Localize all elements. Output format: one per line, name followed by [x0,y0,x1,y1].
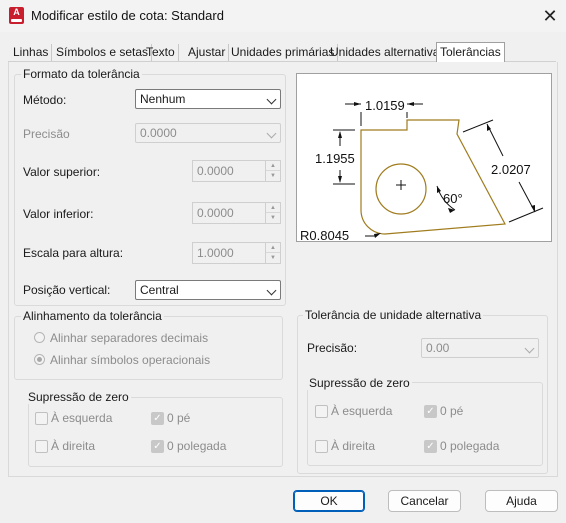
angle-text: 60° [443,191,463,206]
precision-value: 0.0000 [140,126,177,140]
alt-tolerance-legend: Tolerância de unidade alternativa [303,308,484,322]
tab-simbolos-e-setas[interactable]: Símbolos e setas [53,44,153,61]
zero-inches-label: 0 polegada [167,439,227,453]
cancel-button[interactable]: Cancelar [388,490,461,512]
tab-unidades-primarias[interactable]: Unidades primárias [228,44,339,61]
help-button[interactable]: Ajuda [485,490,558,512]
part-outline [360,119,506,235]
height-scale-stepper[interactable]: 1.0000 ▲ ▼ [192,242,281,264]
zero-suppression-right-group [307,382,543,466]
alt-zero-feet-label: 0 pé [440,404,464,418]
arrow-head [354,102,361,106]
trailing-zero-label: À direita [51,439,96,453]
arrow-head [407,102,414,106]
alt-zero-inches-checkbox[interactable]: ✓ [424,440,437,453]
leading-zero-checkbox[interactable] [35,412,48,425]
lower-value-label: Valor inferior: [23,207,94,221]
tab-ajustar[interactable]: Ajustar [185,44,230,61]
alt-precision-value: 0.00 [426,341,450,355]
alt-zero-feet-checkbox[interactable]: ✓ [424,405,437,418]
ext-line [508,207,544,223]
radius-text: R0.8045 [300,228,349,241]
chevron-down-icon [266,285,277,296]
tab-unidades-alternativas[interactable]: Unidades alternativas [327,44,448,61]
lower-value-stepper[interactable]: 0.0000 ▲ ▼ [192,202,281,224]
vertical-position-select[interactable]: Central [135,280,281,300]
alt-leading-zero-checkbox[interactable] [315,405,328,418]
vertical-position-label: Posição vertical: [23,283,111,297]
alt-trailing-zero-label: À direita [331,439,376,453]
dim-right-text: 2.0207 [491,162,531,177]
zero-feet-checkbox[interactable]: ✓ [151,412,164,425]
align-operational-radio[interactable] [34,354,45,365]
zero-suppression-right-legend: Supressão de zero [307,376,412,390]
zero-suppression-left-legend: Supressão de zero [26,390,131,404]
alignment-legend: Alinhamento da tolerância [21,309,164,323]
arrow-head [338,176,342,183]
spin-down-icon[interactable]: ▼ [266,171,280,181]
ok-button[interactable]: OK [293,490,365,512]
align-operational-label: Alinhar símbolos operacionais [50,353,211,367]
alt-precision-label: Precisão: [307,341,358,355]
upper-value-label: Valor superior: [23,165,101,179]
align-decimal-radio[interactable] [34,332,45,343]
spin-up-icon[interactable]: ▲ [266,243,280,253]
zero-inches-checkbox[interactable]: ✓ [151,440,164,453]
alt-trailing-zero-checkbox[interactable] [315,440,328,453]
alignment-group [14,316,283,380]
chevron-down-icon [524,343,535,354]
dim-left-text: 1.1955 [315,151,355,166]
preview-drawing: 1.0159 1.1955 2.0207 60° R0.8045 [300,98,544,243]
trailing-zero-checkbox[interactable] [35,440,48,453]
autocad-app-icon: A [9,7,24,24]
spin-down-icon[interactable]: ▼ [266,213,280,223]
lower-value: 0.0000 [197,206,234,220]
upper-value: 0.0000 [197,164,234,178]
vertical-position-value: Central [140,283,179,297]
arrow-head [531,205,535,212]
spin-up-icon[interactable]: ▲ [266,203,280,213]
height-scale-value: 1.0000 [197,246,234,260]
chevron-down-icon [266,128,277,139]
precision-label: Precisão [23,127,70,141]
zero-suppression-left-group [28,397,283,467]
upper-value-stepper[interactable]: 0.0000 ▲ ▼ [192,160,281,182]
alt-leading-zero-label: À esquerda [331,404,393,418]
zero-feet-label: 0 pé [167,411,191,425]
chevron-down-icon [266,94,277,105]
tolerance-format-legend: Formato da tolerância [21,67,142,81]
method-value: Nenhum [140,92,186,106]
alt-zero-inches-label: 0 polegada [440,439,500,453]
tab-linhas[interactable]: Linhas [10,44,53,61]
precision-select[interactable]: 0.0000 [135,123,281,143]
arrow-head [338,131,342,138]
leading-zero-label: À esquerda [51,411,113,425]
tab-tolerancias[interactable]: Tolerâncias [436,42,505,62]
dim-top-text: 1.0159 [365,98,405,113]
method-select[interactable]: Nenhum [135,89,281,109]
tab-texto[interactable]: Texto [143,44,179,61]
window-title: Modificar estilo de cota: Standard [31,8,224,23]
method-label: Método: [23,93,67,107]
height-scale-label: Escala para altura: [23,246,124,260]
arrow-head [374,233,381,238]
alt-precision-select[interactable]: 0.00 [421,338,539,358]
align-decimal-label: Alinhar separadores decimais [50,331,209,345]
dimension-preview: 1.0159 1.1955 2.0207 60° R0.8045 [296,73,552,243]
spin-down-icon[interactable]: ▼ [266,253,280,263]
arrow-head [437,186,441,193]
spin-up-icon[interactable]: ▲ [266,161,280,171]
close-icon[interactable]: ✕ [538,4,562,28]
